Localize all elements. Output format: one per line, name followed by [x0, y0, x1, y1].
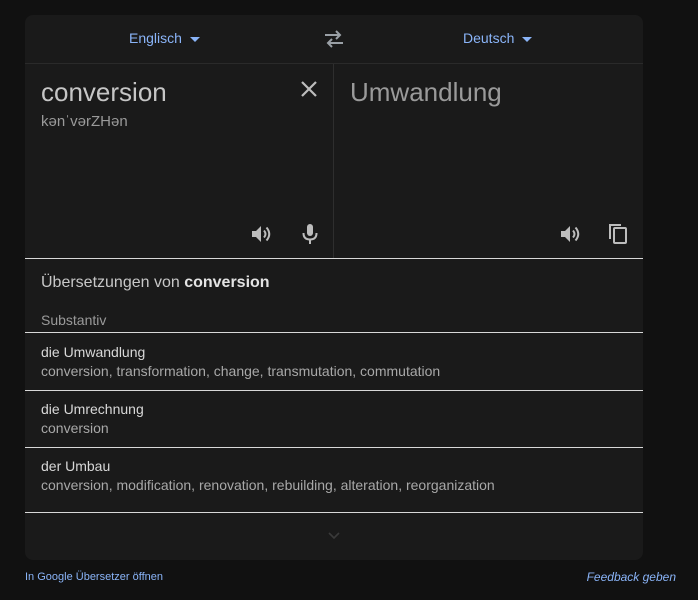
caret-down-icon — [522, 36, 533, 42]
dictionary-entry: der Umbau conversion, modification, reno… — [25, 448, 643, 512]
entry-synonyms: conversion — [41, 420, 109, 436]
translation-panes: conversion kənˈvərZHən Umwandlung — [25, 64, 643, 258]
section-divider — [25, 512, 643, 513]
part-of-speech-label: Substantiv — [41, 312, 107, 328]
speaker-icon — [561, 226, 580, 242]
section-divider — [25, 258, 643, 259]
copy-translation-button[interactable] — [606, 222, 630, 246]
target-language-selector[interactable]: Deutsch — [463, 30, 533, 46]
target-pane: Umwandlung — [334, 64, 643, 258]
source-phonetic: kənˈvərZHən — [41, 113, 128, 130]
source-listen-button[interactable] — [249, 222, 273, 246]
feedback-link[interactable]: Feedback geben — [587, 570, 676, 584]
swap-icon — [325, 30, 343, 48]
voice-input-button[interactable] — [298, 222, 322, 246]
copy-icon — [609, 224, 627, 244]
translate-card: Englisch Deutsch conversion kənˈvərZHən — [25, 15, 643, 560]
dictionary-entry: die Umrechnung conversion — [25, 391, 643, 447]
source-language-label: Englisch — [129, 30, 182, 46]
language-bar: Englisch Deutsch — [25, 15, 643, 64]
close-icon — [301, 81, 317, 97]
dictionary-title-prefix: Übersetzungen von — [41, 274, 185, 291]
microphone-icon — [302, 224, 318, 244]
source-pane: conversion kənˈvərZHən — [25, 64, 334, 258]
caret-down-icon — [189, 36, 200, 42]
entry-synonyms: conversion, transformation, change, tran… — [41, 363, 441, 379]
dictionary-entry: die Umwandlung conversion, transformatio… — [25, 333, 643, 390]
target-text: Umwandlung — [350, 77, 502, 107]
source-text[interactable]: conversion — [41, 77, 167, 108]
target-language-label: Deutsch — [463, 30, 515, 46]
source-language-selector[interactable]: Englisch — [129, 30, 200, 46]
expand-more-button[interactable] — [327, 528, 341, 540]
clear-source-button[interactable] — [298, 78, 320, 100]
dictionary-title: Übersetzungen von conversion — [41, 274, 270, 292]
entry-term: der Umbau — [41, 458, 111, 474]
entry-term: die Umwandlung — [41, 344, 146, 360]
entry-synonyms: conversion, modification, renovation, re… — [41, 477, 495, 493]
swap-languages-button[interactable] — [323, 29, 345, 49]
dictionary-title-word: conversion — [184, 274, 270, 291]
open-in-google-translate-link[interactable]: In Google Übersetzer öffnen — [25, 571, 163, 583]
entry-term: die Umrechnung — [41, 401, 144, 417]
chevron-down-icon — [328, 532, 340, 540]
target-listen-button[interactable] — [558, 222, 582, 246]
speaker-icon — [252, 226, 271, 242]
